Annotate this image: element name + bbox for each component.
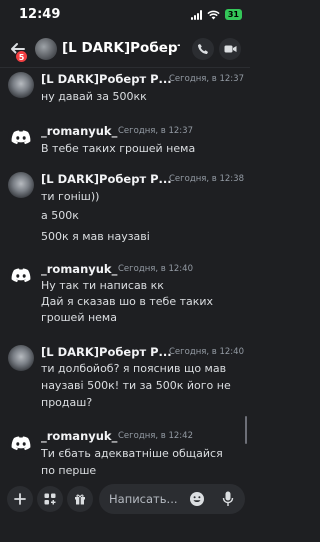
message-author[interactable]: [L DARK]Роберт Р...	[41, 172, 172, 186]
user-avatar[interactable]	[8, 72, 34, 98]
message-timestamp: Сегодня, в 12:38	[169, 174, 244, 184]
status-icons: 31	[190, 9, 242, 20]
header-avatar[interactable]	[35, 38, 57, 60]
video-icon	[224, 45, 236, 53]
message-text: 500к я мав наузаві	[41, 230, 150, 243]
microphone-icon	[222, 491, 234, 506]
phone-icon	[198, 44, 208, 54]
message-timestamp: Сегодня, в 12:37	[169, 74, 244, 84]
message-author[interactable]: [L DARK]Роберт Р...	[41, 345, 172, 359]
message-timestamp: Сегодня, в 12:42	[118, 431, 193, 441]
apps-button[interactable]	[37, 486, 63, 512]
message-timestamp: Сегодня, в 12:40	[118, 264, 193, 274]
header-title[interactable]: [L DARK]Роберт Р...	[62, 40, 180, 56]
message-input-placeholder: Написать...	[109, 492, 178, 506]
message-text: ти гоніш))	[41, 190, 100, 203]
gift-icon	[75, 494, 85, 505]
add-attachment-button[interactable]	[7, 486, 33, 512]
message-text: грошей нема	[41, 311, 117, 324]
channel-header: 5 [L DARK]Роберт Р...	[0, 30, 250, 68]
message-text: ну давай за 500кк	[41, 90, 147, 103]
message-text: по перше	[41, 464, 97, 477]
message-text: Ти єбать адекватніше общайся	[41, 447, 223, 460]
wifi-icon	[207, 10, 220, 19]
message-timestamp: Сегодня, в 12:37	[118, 126, 193, 136]
gift-button[interactable]	[67, 486, 93, 512]
message-author[interactable]: _romanyuk_	[41, 429, 117, 443]
status-bar: 12:49 31	[0, 0, 250, 30]
battery-indicator: 31	[224, 9, 242, 20]
user-avatar[interactable]	[8, 430, 34, 456]
video-call-button[interactable]	[219, 38, 241, 60]
message-input[interactable]: Написать...	[99, 484, 245, 514]
message-author[interactable]: _romanyuk_	[41, 262, 117, 276]
status-time: 12:49	[19, 7, 61, 22]
unread-badge: 5	[15, 50, 28, 63]
message-list[interactable]: [L DARK]Роберт Р... Сегодня, в 12:37 ну …	[0, 68, 250, 478]
emoji-icon	[190, 492, 204, 506]
message-composer: Написать...	[0, 478, 250, 542]
emoji-button[interactable]	[189, 491, 205, 511]
message-timestamp: Сегодня, в 12:40	[169, 347, 244, 357]
message-text: ти долбойоб? я пояснив що мав	[41, 362, 227, 375]
message-text: Ну так ти написав кк	[41, 279, 164, 292]
message-text: В тебе таких грошей нема	[41, 142, 196, 155]
message-text: а 500к	[41, 209, 79, 222]
message-author[interactable]: _romanyuk_	[41, 124, 117, 138]
message-text: продаш?	[41, 396, 93, 409]
plus-icon	[14, 493, 26, 505]
scrollbar[interactable]	[245, 416, 247, 444]
user-avatar[interactable]	[8, 262, 34, 288]
message-text: Дай я сказав шо в тебе таких	[41, 295, 214, 308]
user-avatar[interactable]	[8, 172, 34, 198]
voice-call-button[interactable]	[192, 38, 214, 60]
user-avatar[interactable]	[8, 345, 34, 371]
message-text: наузаві 500к! ти за 500к його не	[41, 379, 231, 392]
discord-logo-icon	[11, 435, 31, 450]
apps-icon	[44, 493, 56, 505]
message-author[interactable]: [L DARK]Роберт Р...	[41, 72, 172, 86]
user-avatar[interactable]	[8, 124, 34, 150]
cellular-signal-icon	[190, 9, 202, 20]
microphone-button[interactable]	[222, 491, 234, 511]
discord-logo-icon	[11, 129, 31, 144]
discord-logo-icon	[11, 267, 31, 282]
